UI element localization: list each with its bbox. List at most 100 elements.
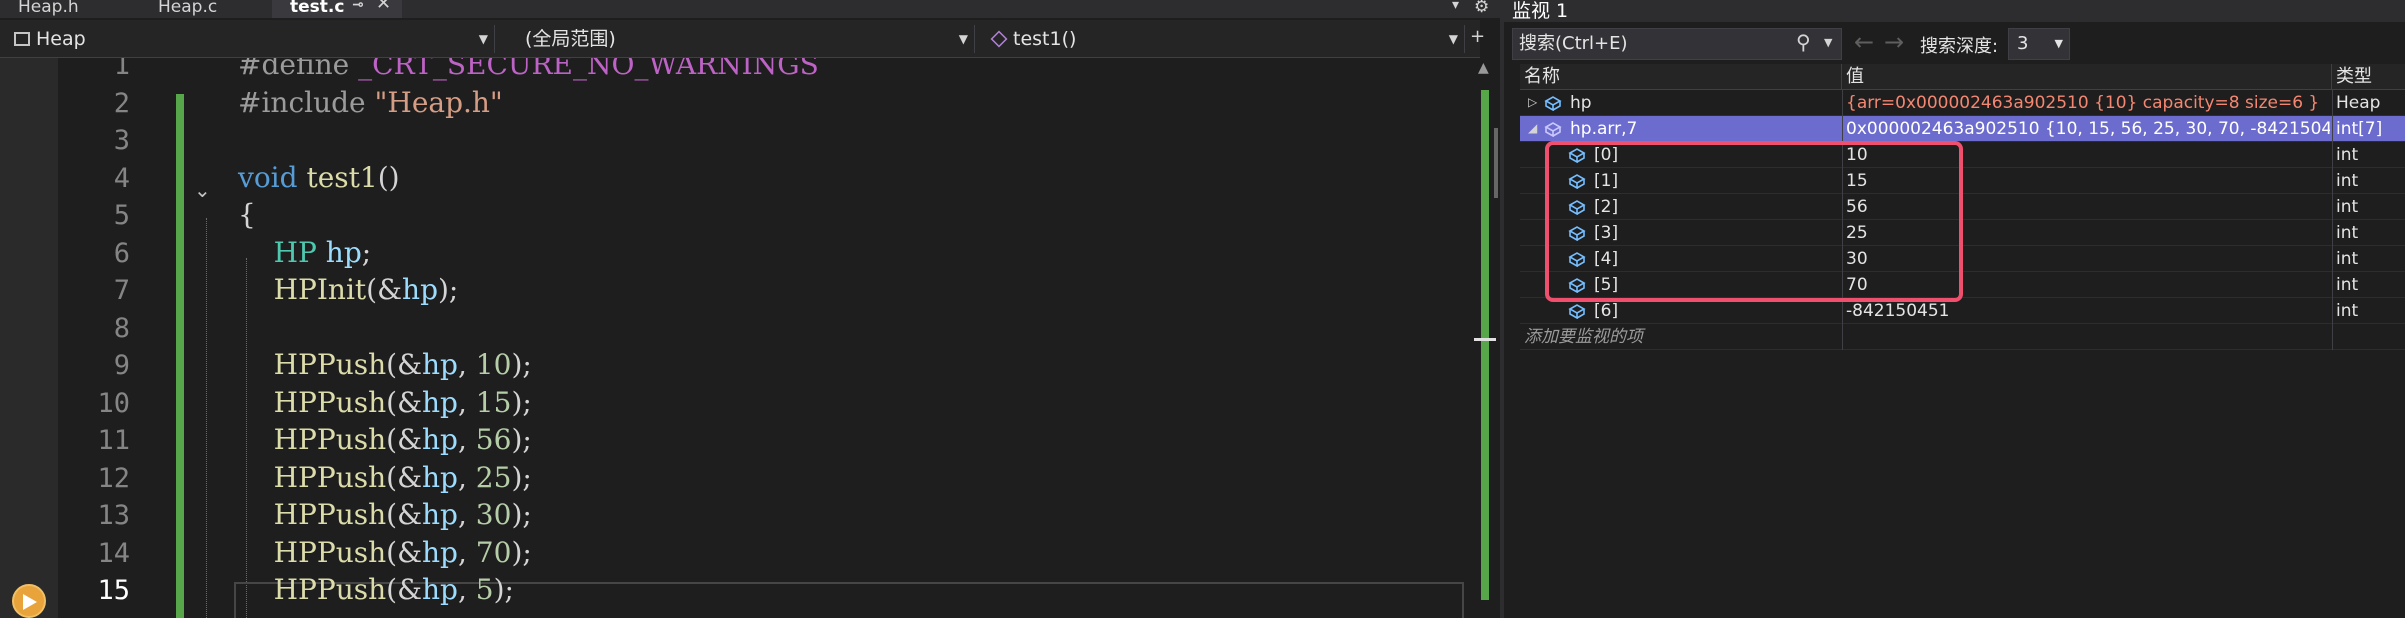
watch-row[interactable]: ◢ hp.arr,7 0x000002463a902510 {10, 15, 56,…: [1520, 116, 2405, 142]
expand-arrow-icon[interactable]: ▷: [1528, 95, 1537, 109]
watch-row[interactable]: ▷ hp {arr=0x000002463a902510 {10} capacity…: [1520, 90, 2405, 116]
code-line[interactable]: HPPush(&hp, 15);: [238, 386, 532, 419]
code-token: );: [511, 460, 532, 494]
column-separator: [2332, 324, 2333, 350]
code-token: );: [511, 498, 532, 531]
function-dropdown[interactable]: test1() ▼: [985, 25, 1465, 53]
tab-heap-h[interactable]: Heap.h: [0, 0, 150, 18]
add-watch-placeholder[interactable]: 添加要监视的项: [1524, 324, 1840, 350]
code-token: 15: [475, 385, 512, 419]
search-depth-select[interactable]: 3 ▼: [2008, 28, 2070, 60]
code-line[interactable]: void test1(): [238, 161, 400, 194]
search-options-dropdown-icon[interactable]: ▼: [1824, 36, 1832, 49]
code-line[interactable]: #define _CRT_SECURE_NO_WARNINGS: [238, 58, 819, 81]
code-line[interactable]: #include "Heap.h": [238, 86, 503, 119]
column-header-type[interactable]: 类型: [2332, 64, 2405, 90]
search-icon[interactable]: ⚲: [1796, 30, 1811, 54]
code-token: HPInit: [273, 273, 367, 306]
code-line[interactable]: HPPush(&hp, 56);: [238, 423, 532, 456]
code-token: 5: [475, 573, 494, 606]
code-area[interactable]: 1 2 3 4 5 6 7 8 9 10 11 12 13 14 15 ⌄ #define _CRT_SEC…: [0, 58, 1470, 618]
search-previous-arrow-icon[interactable]: ←: [1854, 28, 1874, 56]
code-line[interactable]: HPPush(&hp, 25);: [238, 461, 532, 494]
code-token: hp: [422, 385, 458, 419]
code-token: );: [511, 423, 532, 456]
watch-value-cell[interactable]: {arr=0x000002463a902510 {10} capacity=8 …: [1846, 90, 2330, 116]
code-token: (&: [366, 273, 403, 306]
search-next-arrow-icon[interactable]: →: [1884, 28, 1904, 56]
column-header-value[interactable]: 值: [1842, 64, 2332, 90]
code-token: #define: [238, 58, 359, 81]
watch-name-cell[interactable]: hp: [1570, 90, 1840, 116]
code-token: HPPush: [273, 460, 387, 494]
code-line[interactable]: HP hp;: [238, 236, 372, 269]
scroll-up-icon[interactable]: ▲: [1478, 60, 1489, 76]
code-token: ,: [457, 535, 476, 569]
code-line[interactable]: HPInit(&hp);: [238, 273, 459, 306]
watch-window: 监视 1 搜索(Ctrl+E) ⚲ ▼ ← → 搜索深度: 3 ▼ 名称 值 类…: [1504, 0, 2405, 618]
line-number: 12: [97, 462, 130, 494]
line-number: 10: [97, 387, 130, 419]
watch-type-cell: int: [2336, 301, 2359, 321]
split-editor-icon[interactable]: +: [1470, 26, 1485, 47]
code-token: (&: [386, 423, 423, 456]
code-token: hp: [422, 535, 458, 569]
code-token: ,: [457, 348, 476, 381]
code-token: hp: [422, 348, 458, 381]
code-editor[interactable]: Heap.h Heap.c test.c ⊸ ✕ ▾ ⚙ Heap ▼ (全局范…: [0, 0, 1500, 618]
pin-icon[interactable]: ⊸: [352, 0, 364, 12]
collapse-chevron-icon[interactable]: ⌄: [194, 178, 211, 202]
code-token: HPPush: [273, 348, 387, 381]
code-token: ,: [457, 385, 476, 419]
code-line[interactable]: HPPush(&hp, 30);: [238, 498, 532, 531]
watch-type-cell: int: [2336, 145, 2359, 165]
watch-search-input[interactable]: 搜索(Ctrl+E): [1512, 28, 1842, 60]
line-number: 9: [113, 350, 130, 381]
code-token: 30: [475, 498, 512, 531]
tab-overflow-dropdown-icon[interactable]: ▾: [1452, 0, 1459, 13]
collapse-arrow-icon[interactable]: ◢: [1528, 121, 1537, 135]
code-token: _CRT_SECURE_NO_WARNINGS: [358, 58, 819, 81]
code-token: 25: [475, 460, 512, 494]
settings-gear-icon[interactable]: ⚙: [1474, 0, 1489, 17]
code-token: (&: [386, 498, 423, 531]
add-watch-row[interactable]: 添加要监视的项: [1520, 324, 2405, 350]
code-token: #include: [238, 85, 375, 119]
editor-vertical-scrollbar[interactable]: ▲: [1470, 58, 1500, 618]
project-file-icon: [14, 32, 30, 46]
execution-pointer-icon: [12, 584, 46, 618]
close-tab-icon[interactable]: ✕: [376, 0, 391, 13]
scrollbar-track[interactable]: [1494, 128, 1498, 198]
code-token: HPPush: [273, 498, 387, 531]
column-separator: [2332, 116, 2333, 142]
column-separator: [1842, 90, 1843, 116]
chevron-down-icon: ▼: [478, 32, 488, 46]
line-number: 13: [97, 500, 130, 531]
watch-type-cell: int: [2336, 223, 2359, 243]
watch-name-cell[interactable]: hp.arr,7: [1570, 116, 1840, 142]
code-token: (): [377, 160, 400, 194]
project-dropdown[interactable]: Heap ▼: [10, 25, 495, 53]
scope-dropdown[interactable]: (全局范围) ▼: [505, 25, 975, 53]
tab-heap-c[interactable]: Heap.c: [140, 0, 280, 18]
scrollbar-caret-mark: [1474, 338, 1496, 341]
code-token: void: [238, 160, 307, 194]
code-token: HPPush: [273, 385, 387, 419]
code-line[interactable]: HPPush(&hp, 10);: [238, 348, 532, 381]
watch-value-cell[interactable]: 0x000002463a902510 {10, 15, 56, 25, 30, …: [1846, 116, 2330, 142]
line-number: 1: [113, 58, 130, 81]
line-number: 6: [113, 237, 130, 269]
code-line[interactable]: {: [238, 198, 256, 231]
chevron-down-icon: ▼: [1448, 32, 1458, 46]
code-line[interactable]: HPPush(&hp, 5);: [238, 573, 514, 606]
code-token: ,: [457, 460, 476, 494]
glyph-margin[interactable]: [0, 58, 58, 618]
annotation-highlight-box: [1545, 141, 1963, 302]
variable-object-icon: [1568, 303, 1586, 320]
column-separator: [1842, 116, 1843, 142]
tab-test-c[interactable]: test.c ⊸ ✕: [272, 0, 402, 18]
code-line[interactable]: HPPush(&hp, 70);: [238, 536, 532, 569]
column-header-name[interactable]: 名称: [1520, 64, 1842, 90]
